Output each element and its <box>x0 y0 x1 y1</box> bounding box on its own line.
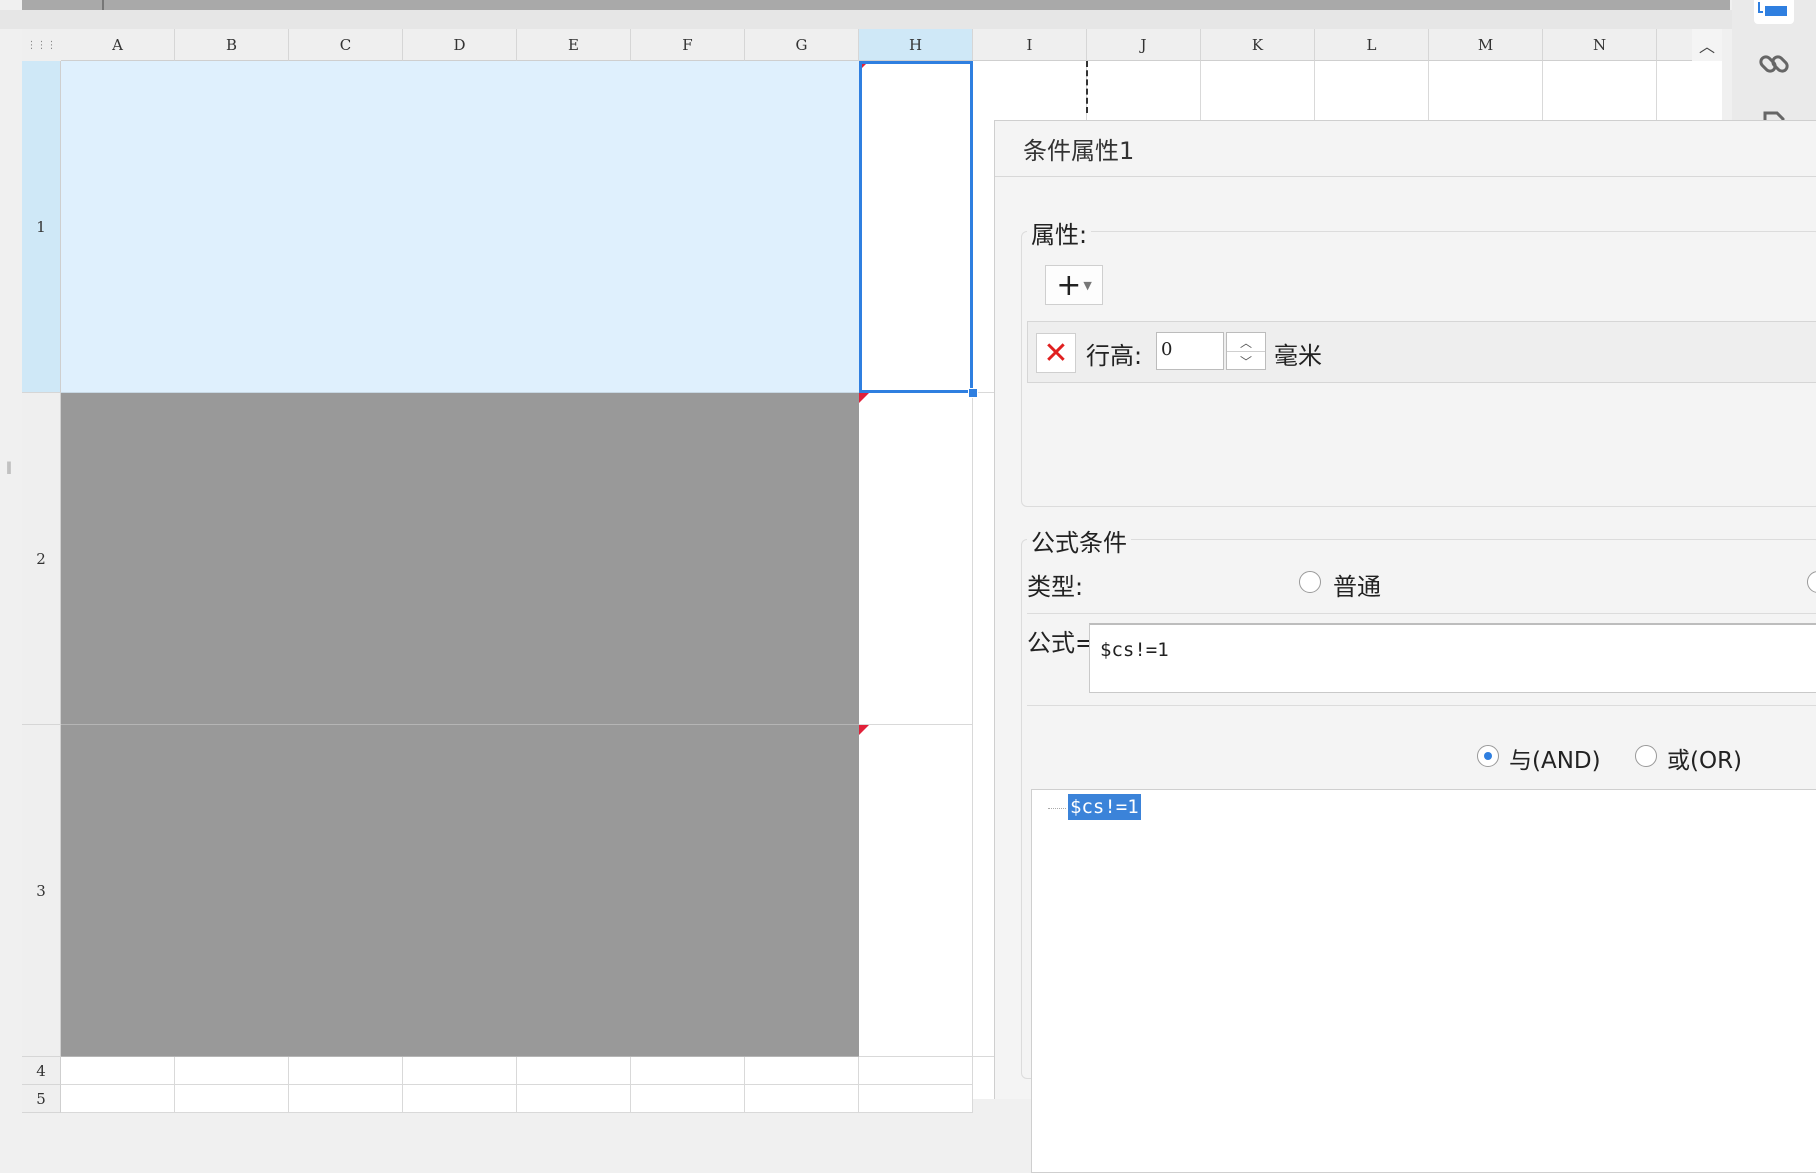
row-height-unit: 毫米 <box>1274 342 1322 370</box>
property-row-row-height: ✕ 行高: 0 ︿ ﹀ 毫米 <box>1027 321 1816 383</box>
tree-connector <box>1048 808 1066 809</box>
fill-handle[interactable] <box>968 388 978 398</box>
divider <box>1027 613 1816 614</box>
type-normal-label[interactable]: 普通 <box>1333 567 1381 602</box>
horizontal-scrollbar[interactable] <box>22 0 1730 10</box>
cell-g4[interactable] <box>745 1057 859 1085</box>
cell-h4[interactable] <box>859 1057 973 1085</box>
row-header-3[interactable]: 3 <box>22 725 61 1057</box>
merged-cell-a2-g2[interactable] <box>61 393 859 725</box>
row-height-label: 行高: <box>1086 342 1143 370</box>
row-header-1[interactable]: 1 <box>22 61 61 393</box>
column-header-k[interactable]: K <box>1201 29 1315 61</box>
logic-or-radio[interactable] <box>1635 745 1657 767</box>
cell-b4[interactable] <box>175 1057 289 1085</box>
cell-h2[interactable] <box>859 393 973 725</box>
logic-or-label[interactable]: 或(OR) <box>1667 741 1742 775</box>
column-header-j[interactable]: J <box>1087 29 1201 61</box>
cell-d4[interactable] <box>403 1057 517 1085</box>
page-break-line <box>1086 61 1088 113</box>
condition-flag-icon <box>859 725 869 735</box>
row-header-4[interactable]: 4 <box>22 1057 61 1085</box>
column-header-l[interactable]: L <box>1315 29 1429 61</box>
resize-grip-icon[interactable]: ‖ <box>6 460 12 474</box>
cell-e5[interactable] <box>517 1085 631 1113</box>
row-header-2[interactable]: 2 <box>22 393 61 725</box>
merged-cell-a3-g3[interactable] <box>61 725 859 1057</box>
cell-a4[interactable] <box>61 1057 175 1085</box>
row-height-stepper[interactable]: ︿ ﹀ <box>1226 332 1266 370</box>
condition-flag-icon <box>859 393 869 403</box>
scrollbar-thumb[interactable] <box>102 0 104 10</box>
column-header-h[interactable]: H <box>859 29 973 61</box>
type-normal-radio[interactable] <box>1299 571 1321 593</box>
cell-c4[interactable] <box>289 1057 403 1085</box>
column-header-d[interactable]: D <box>403 29 517 61</box>
cell-f5[interactable] <box>631 1085 745 1113</box>
formula-label: 公式= <box>1027 629 1096 657</box>
close-icon[interactable]: ✕ <box>1036 333 1076 373</box>
column-header-f[interactable]: F <box>631 29 745 61</box>
formula-condition-legend: 公式条件 <box>1027 523 1131 558</box>
row-height-input[interactable]: 0 <box>1156 332 1224 370</box>
cell-d5[interactable] <box>403 1085 517 1113</box>
condition-properties-dialog: 条件属性1 属性: + ▼ ✕ 行高: 0 ︿ ﹀ 毫米 公式条件 类型: 普通 … <box>994 120 1816 1173</box>
caret-down-icon: ▼ <box>1083 278 1092 292</box>
plus-icon: + <box>1056 267 1082 303</box>
cell-f4[interactable] <box>631 1057 745 1085</box>
type-label: 类型: <box>1027 573 1084 601</box>
cell-c5[interactable] <box>289 1085 403 1113</box>
cell-a5[interactable] <box>61 1085 175 1113</box>
tree-node[interactable]: $cs!=1 <box>1068 794 1141 820</box>
logic-and-label[interactable]: 与(AND) <box>1509 741 1601 775</box>
column-header-a[interactable]: A <box>61 29 175 61</box>
toolbar-gap <box>0 10 1732 29</box>
stepper-up-icon[interactable]: ︿ <box>1227 333 1265 352</box>
formula-input[interactable]: $cs!=1 <box>1089 623 1816 693</box>
dialog-title: 条件属性1 <box>995 121 1816 177</box>
link-icon[interactable] <box>1754 44 1794 84</box>
stepper-down-icon[interactable]: ﹀ <box>1227 352 1265 370</box>
column-header-g[interactable]: G <box>745 29 859 61</box>
selection-outline <box>859 61 973 393</box>
row-header-5[interactable]: 5 <box>22 1085 61 1113</box>
cell-h5[interactable] <box>859 1085 973 1113</box>
column-header-c[interactable]: C <box>289 29 403 61</box>
logic-and-radio[interactable] <box>1477 745 1499 767</box>
cell-e4[interactable] <box>517 1057 631 1085</box>
column-header-m[interactable]: M <box>1429 29 1543 61</box>
cell-b5[interactable] <box>175 1085 289 1113</box>
cell-g5[interactable] <box>745 1085 859 1113</box>
cell-h3[interactable] <box>859 725 973 1057</box>
properties-legend: 属性: <box>1027 215 1092 250</box>
panel-icon[interactable] <box>1754 0 1794 24</box>
column-header-e[interactable]: E <box>517 29 631 61</box>
select-all-grid-icon[interactable]: ⋮⋮⋮ <box>22 29 62 62</box>
add-property-button[interactable]: + ▼ <box>1045 265 1103 305</box>
column-header-i[interactable]: I <box>973 29 1087 61</box>
chevron-up-icon[interactable]: ︿ <box>1692 29 1722 61</box>
column-header-b[interactable]: B <box>175 29 289 61</box>
divider <box>1027 705 1816 706</box>
column-header-n[interactable]: N <box>1543 29 1657 61</box>
merged-cell-a1-g1[interactable] <box>61 61 859 393</box>
condition-tree[interactable]: $cs!=1 <box>1031 789 1816 1173</box>
